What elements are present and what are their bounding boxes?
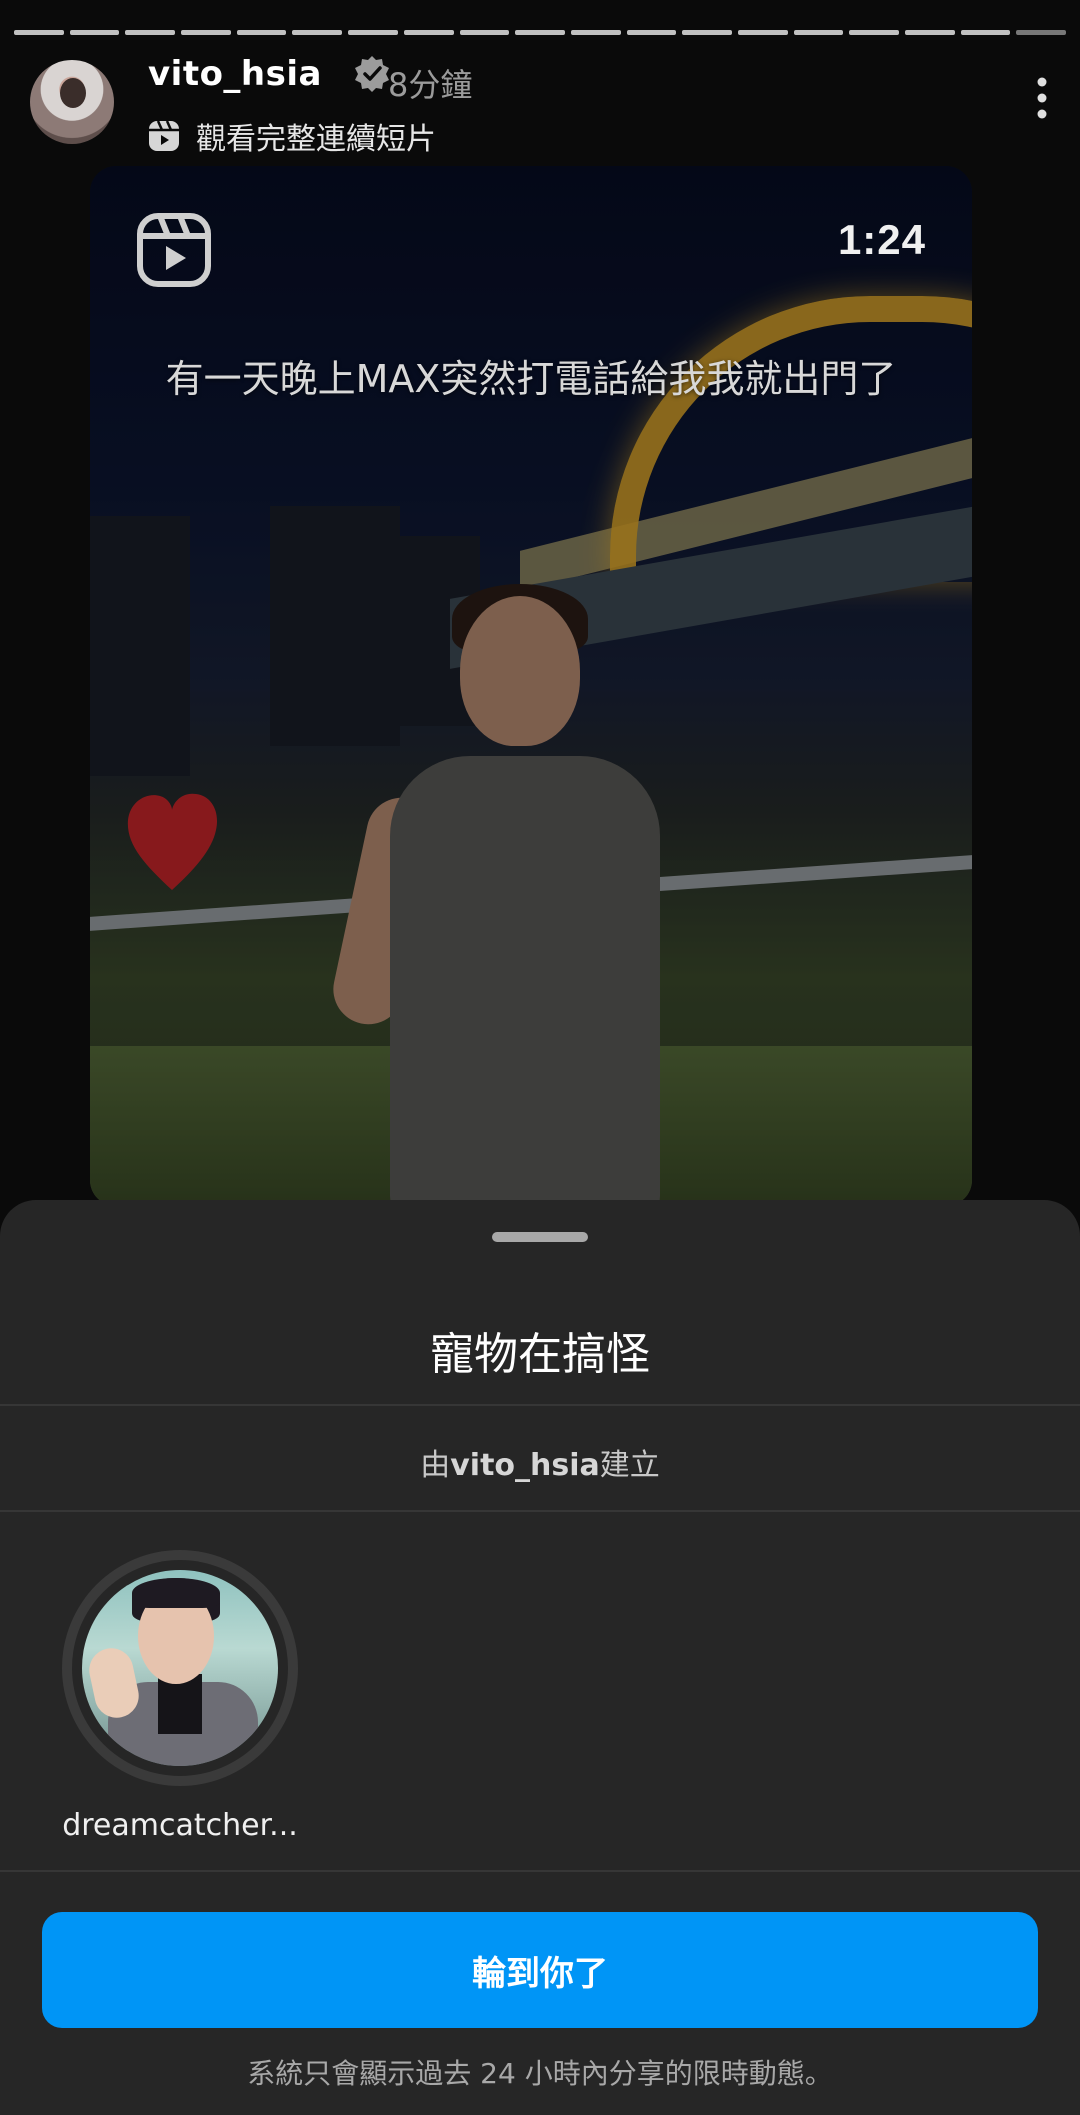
divider <box>0 1870 1080 1872</box>
progress-segment <box>348 30 398 35</box>
progress-segment <box>459 30 510 35</box>
creator-name[interactable]: vito_hsia <box>450 1448 600 1483</box>
reels-icon <box>149 120 179 151</box>
preview-dim-overlay <box>90 166 972 1206</box>
progress-segment <box>849 30 899 35</box>
participant-item[interactable]: dreamcatcher... <box>62 1550 298 1843</box>
progress-segment <box>737 30 788 35</box>
progress-segment <box>69 30 120 35</box>
created-by-suffix: 建立 <box>599 1448 660 1483</box>
user-avatar[interactable] <box>30 60 114 144</box>
progress-segment <box>292 30 343 35</box>
progress-segment <box>515 30 565 35</box>
story-viewer-screen: vito_hsia 8分鐘 觀看完整連續短片 1:24 有一天晚上MAX突然打電… <box>0 0 1080 2115</box>
watch-full-reel-label: 觀看完整連續短片 <box>196 122 436 157</box>
progress-segment <box>793 30 844 35</box>
progress-segment <box>905 30 955 35</box>
story-header: vito_hsia 8分鐘 觀看完整連續短片 <box>30 52 1060 162</box>
progress-segment <box>14 30 64 35</box>
progress-segment <box>236 30 287 35</box>
reel-duration: 1:24 <box>837 216 926 263</box>
progress-segment <box>626 30 677 35</box>
sheet-drag-handle[interactable] <box>492 1232 588 1242</box>
username[interactable]: vito_hsia <box>148 54 322 94</box>
reel-caption: 有一天晚上MAX突然打電話給我我就出門了 <box>165 357 897 401</box>
sheet-title: 寵物在搞怪 <box>430 1329 650 1380</box>
created-by-line: 由vito_hsia建立 <box>0 1440 1080 1484</box>
progress-segment <box>125 30 176 35</box>
reel-preview-card[interactable]: 1:24 有一天晚上MAX突然打電話給我我就出門了 <box>90 166 972 1206</box>
divider <box>0 1510 1080 1512</box>
participant-avatar <box>82 1570 278 1766</box>
progress-segment <box>1016 30 1067 35</box>
progress-segment <box>960 30 1011 35</box>
your-turn-button[interactable]: 輪到你了 <box>42 1912 1038 2028</box>
participant-name: dreamcatcher... <box>62 1808 298 1843</box>
created-by-prefix: 由 <box>420 1448 451 1483</box>
divider <box>0 1404 1080 1406</box>
add-yours-bottom-sheet: 寵物在搞怪 由vito_hsia建立 dreamcatcher... 輪到你了 … <box>0 1200 1080 2115</box>
progress-segment <box>403 30 454 35</box>
reels-icon <box>137 213 211 287</box>
progress-segment <box>181 30 231 35</box>
participant-avatar-ring <box>62 1550 298 1786</box>
watch-full-reel-link[interactable]: 觀看完整連續短片 <box>146 114 436 158</box>
progress-segment <box>682 30 732 35</box>
footer-note: 系統只會顯示過去 24 小時內分享的限時動態。 <box>247 2057 833 2090</box>
verified-badge-icon <box>355 56 389 92</box>
story-time-ago: 8分鐘 <box>388 66 473 104</box>
progress-segment <box>570 30 621 35</box>
story-progress-bar <box>14 30 1067 35</box>
more-vertical-icon[interactable] <box>1032 74 1052 122</box>
